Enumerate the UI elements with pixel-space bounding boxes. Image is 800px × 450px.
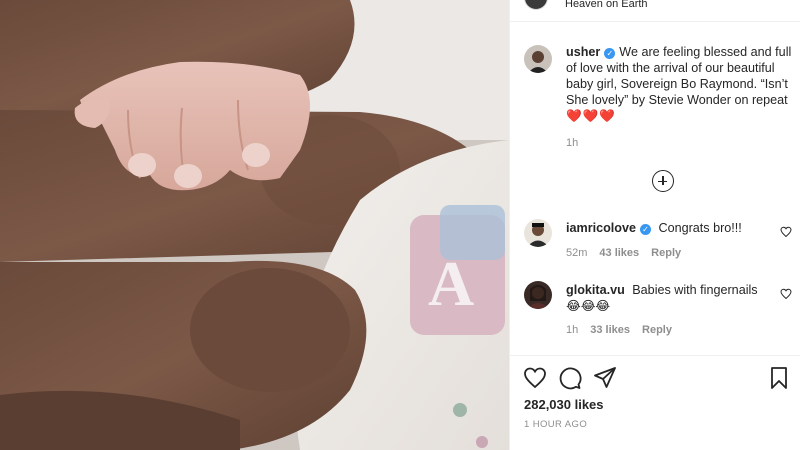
comment-text: Babies with fingernails (628, 283, 758, 297)
comment-username[interactable]: iamricolove (566, 221, 636, 235)
verified-badge-icon: ✓ (640, 224, 651, 235)
comment-icon[interactable] (558, 366, 582, 390)
comment-username[interactable]: glokita.vu (566, 283, 625, 297)
post-side-panel: Heaven on Earth usher ✓ We are feeling ble… (509, 0, 800, 450)
comment-emoji: 😂😂😂 (566, 299, 611, 313)
comment-iamricolove: iamricolove ✓ Congrats bro!!! (566, 220, 781, 236)
bookmark-icon[interactable] (767, 366, 791, 390)
comment-time[interactable]: 1h (566, 324, 578, 336)
comment-avatar-glokita[interactable] (524, 281, 552, 309)
likes-count[interactable]: 282,030 likes (524, 397, 604, 412)
verified-badge-icon: ✓ (604, 48, 616, 59)
plus-circle-icon[interactable] (652, 170, 674, 192)
caption-time-text[interactable]: 1h (566, 137, 578, 149)
post-action-bar: 282,030 likes 1 HOUR AGO (510, 355, 800, 450)
reply-button[interactable]: Reply (642, 324, 672, 336)
post-timestamp: 1 HOUR AGO (524, 419, 588, 430)
comment-likes[interactable]: 33 likes (590, 324, 630, 336)
post-photo[interactable]: A (0, 0, 509, 450)
svg-text:A: A (428, 248, 474, 319)
poster-avatar[interactable] (524, 0, 548, 10)
caption-time[interactable]: 1h (566, 137, 578, 149)
comment-avatar-iamricolove[interactable] (524, 219, 552, 247)
comment-glokita: glokita.vu Babies with fingernails 😂😂😂 (566, 282, 781, 314)
reply-button[interactable]: Reply (651, 247, 681, 259)
comment-text: Congrats bro!!! (655, 221, 742, 235)
post-caption: usher ✓ We are feeling blessed and full of… (566, 44, 796, 124)
comment-meta: 1h 33 likes Reply (566, 324, 672, 336)
post-header: Heaven on Earth (510, 0, 800, 22)
heart-icon[interactable] (523, 366, 547, 390)
paper-plane-icon[interactable] (593, 366, 617, 390)
post-location[interactable]: Heaven on Earth (565, 0, 648, 10)
baby-hand-photo: A (0, 0, 509, 450)
caption-emoji: ❤️❤️❤️ (566, 109, 617, 123)
comment-time[interactable]: 52m (566, 247, 587, 259)
comment-like-heart-icon[interactable] (780, 226, 792, 238)
comment-like-heart-icon[interactable] (780, 288, 792, 300)
caption-avatar[interactable] (524, 45, 552, 73)
caption-username[interactable]: usher (566, 45, 600, 59)
comment-likes[interactable]: 43 likes (599, 247, 639, 259)
comment-meta: 52m 43 likes Reply (566, 247, 681, 259)
